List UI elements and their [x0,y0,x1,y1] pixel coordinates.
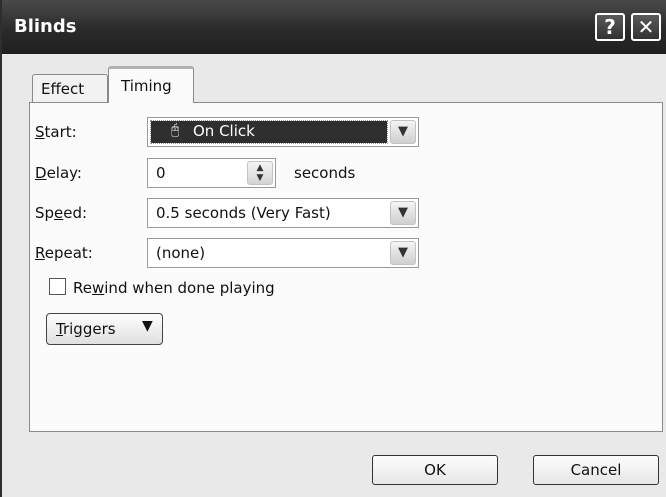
effect-options-dialog: Blinds ? ✕ Effect Timing Start: 🖰 On Cli… [0,0,666,497]
close-icon: ✕ [637,15,655,39]
spin-down-icon[interactable]: ▼ [248,173,272,183]
help-button[interactable]: ? [595,13,625,41]
delay-value: 0 [156,164,166,182]
triggers-button[interactable]: Triggers ▼ [46,313,163,345]
delay-spinner[interactable]: ▲ ▼ [247,161,273,185]
start-value: On Click [193,122,255,140]
delay-label: Delay: [35,164,82,182]
repeat-label: Repeat: [35,244,93,262]
speed-label: Speed: [35,204,88,222]
start-label-rest: tart: [44,123,77,141]
ok-button[interactable]: OK [372,455,498,485]
help-icon: ? [604,15,616,39]
close-button[interactable]: ✕ [631,13,661,41]
tab-timing-label: Timing [121,77,172,95]
speed-value: 0.5 seconds (Very Fast) [156,204,331,222]
chevron-down-icon[interactable]: ▼ [390,120,416,144]
repeat-dropdown[interactable]: (none) ▼ [147,238,419,268]
rewind-checkbox[interactable] [49,278,66,295]
repeat-value: (none) [156,244,206,262]
start-dropdown[interactable]: 🖰 On Click ▼ [147,117,419,147]
delay-input[interactable]: 0 ▲ ▼ [147,158,276,188]
tab-effect[interactable]: Effect [32,74,108,102]
speed-dropdown[interactable]: 0.5 seconds (Very Fast) ▼ [147,198,419,228]
double-chevron-down-icon: ▼ [142,318,153,334]
chevron-down-icon[interactable]: ▼ [390,201,416,225]
delay-unit-label: seconds [294,164,356,182]
window-title: Blinds [14,16,77,37]
cancel-button[interactable]: Cancel [533,455,659,485]
tab-effect-label: Effect [41,80,85,98]
rewind-label[interactable]: Rewind when done playing [73,279,275,297]
mouse-icon: 🖰 [171,122,180,138]
chevron-down-icon[interactable]: ▼ [390,241,416,265]
triggers-label: Triggers [56,320,116,338]
tab-timing[interactable]: Timing [108,66,194,103]
start-selected-value: 🖰 On Click [150,120,388,144]
start-label: Start: [35,123,77,141]
spin-up-icon[interactable]: ▲ [248,163,272,173]
title-bar: Blinds ? ✕ [2,0,666,54]
